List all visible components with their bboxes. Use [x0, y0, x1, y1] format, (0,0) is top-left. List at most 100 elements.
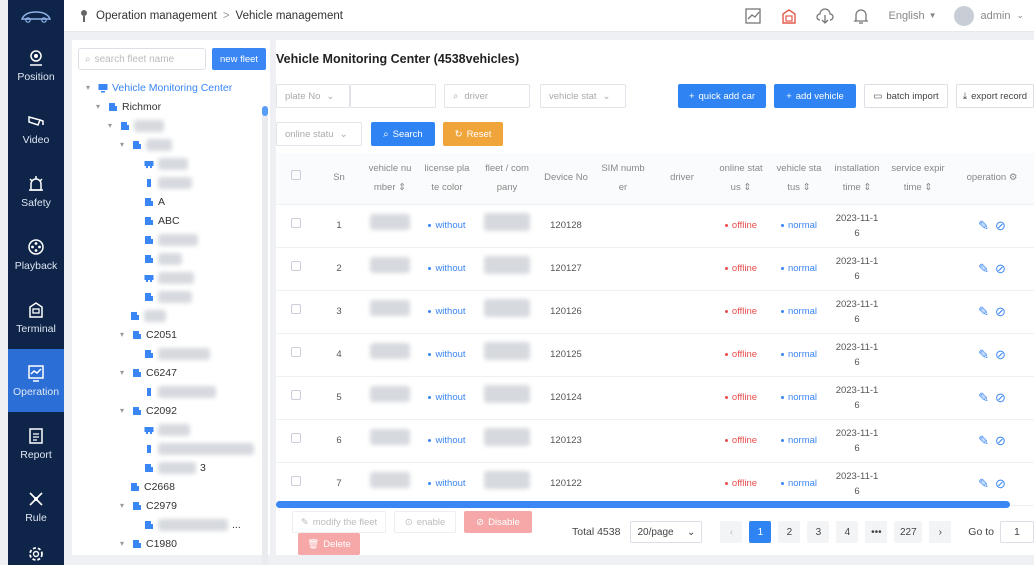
table-row[interactable]: 5 without 120124 offline normal 2023-11-1 6 ✎ ⊘ [276, 377, 1034, 420]
nav-report[interactable]: Report [8, 412, 64, 475]
nav-playback[interactable]: Playback [8, 223, 64, 286]
fleet-search-input[interactable]: ⌕ search fleet name [78, 48, 206, 70]
tree-node[interactable]: 3 [72, 458, 270, 477]
modify-fleet-button[interactable]: ✎ modify the fleet [292, 511, 386, 533]
online-status-select[interactable]: online statu ⌄ [276, 122, 362, 146]
disable-icon[interactable]: ⊘ [995, 261, 1006, 276]
nav-settings[interactable] [8, 538, 64, 565]
tree-node-c2092[interactable]: ▾ C2092 [72, 401, 270, 420]
tree-node[interactable] [72, 268, 270, 287]
row-checkbox[interactable] [291, 217, 301, 228]
cloud-download-icon[interactable] [816, 7, 835, 25]
edit-icon[interactable]: ✎ [978, 347, 989, 362]
nav-terminal[interactable]: Terminal [8, 286, 64, 349]
edit-icon[interactable]: ✎ [978, 390, 989, 405]
tree-node[interactable] [72, 154, 270, 173]
table-row[interactable]: 2 without 120127 offline normal 2023-11-1 6 ✎ ⊘ [276, 248, 1034, 291]
nav-operation[interactable]: Operation [8, 349, 64, 412]
vehicle-status-select[interactable]: vehicle stat ⌄ [540, 84, 626, 108]
batch-import-button[interactable]: ▭ batch import [864, 84, 948, 108]
header-installation-time[interactable]: installation time ⇕ [828, 160, 886, 196]
bell-icon[interactable] [852, 7, 870, 25]
new-fleet-button[interactable]: new fleet [212, 48, 267, 70]
tree-node-c2668[interactable]: C2668 [72, 477, 270, 496]
add-vehicle-button[interactable]: + add vehicle [774, 84, 856, 108]
row-checkbox[interactable] [291, 346, 301, 357]
plate-no-select[interactable]: plate No ⌄ [276, 84, 350, 108]
nav-position[interactable]: Position [8, 34, 64, 97]
driver-input[interactable]: ⌕ driver [444, 84, 530, 108]
disable-icon[interactable]: ⊘ [995, 390, 1006, 405]
goto-input[interactable]: 1 [999, 521, 1034, 543]
tree-node-c2051[interactable]: ▾ C2051 [72, 325, 270, 344]
enable-button[interactable]: ⊙ enable [394, 511, 456, 533]
tree-node[interactable] [72, 439, 270, 458]
tree-node[interactable] [72, 420, 270, 439]
alarm-icon[interactable] [780, 7, 798, 25]
disable-button[interactable]: ⊘ Disable [464, 511, 532, 533]
tree-node[interactable] [72, 287, 270, 306]
search-button[interactable]: ⌕ Search [371, 122, 435, 146]
page-3[interactable]: 3 [807, 521, 830, 543]
edit-icon[interactable]: ✎ [978, 433, 989, 448]
tree-node[interactable]: ... [72, 515, 270, 534]
row-checkbox[interactable] [291, 260, 301, 271]
breadcrumb-root[interactable]: Operation management [96, 10, 217, 22]
tree-node[interactable]: ▾ [72, 116, 270, 135]
tree-node[interactable] [72, 382, 270, 401]
disable-icon[interactable]: ⊘ [995, 347, 1006, 362]
tree-node[interactable] [72, 249, 270, 268]
gear-icon[interactable]: ⚙ [1009, 172, 1018, 183]
delete-button[interactable]: 🗑 Delete [298, 533, 360, 555]
table-row[interactable]: 7 without 120122 offline normal 2023-11-1 6 ✎ ⊘ [276, 463, 1034, 506]
edit-icon[interactable]: ✎ [978, 304, 989, 319]
more-pages[interactable]: ••• [865, 521, 888, 543]
tree-node-c1980[interactable]: ▾ C1980 [72, 534, 270, 553]
tree-scrollbar-thumb[interactable] [262, 106, 268, 116]
disable-icon[interactable]: ⊘ [995, 218, 1006, 233]
edit-icon[interactable]: ✎ [978, 218, 989, 233]
header-online-status[interactable]: online stat us ⇕ [712, 160, 770, 196]
disable-icon[interactable]: ⊘ [995, 433, 1006, 448]
disable-icon[interactable]: ⊘ [995, 476, 1006, 491]
header-vehicle-number[interactable]: vehicle nu mber ⇕ [362, 160, 418, 196]
tree-node-abc[interactable]: ABC [72, 211, 270, 230]
table-row[interactable]: 4 without 120125 offline normal 2023-11-1 6 ✎ ⊘ [276, 334, 1034, 377]
page-4[interactable]: 4 [836, 521, 859, 543]
tree-node[interactable]: ▾ [72, 135, 270, 154]
row-checkbox[interactable] [291, 303, 301, 314]
tree-node[interactable] [72, 306, 270, 325]
language-select[interactable]: English ▼ [888, 10, 936, 22]
tree-node-root[interactable]: ▾ Vehicle Monitoring Center [72, 78, 270, 97]
tree-node[interactable] [72, 344, 270, 363]
row-checkbox[interactable] [291, 389, 301, 400]
plate-no-input[interactable] [350, 84, 436, 108]
header-vehicle-status[interactable]: vehicle sta tus ⇕ [770, 160, 828, 196]
tree-node[interactable] [72, 230, 270, 249]
tree-scrollbar[interactable] [262, 106, 268, 565]
page-size-select[interactable]: 20/page ⌄ [630, 521, 703, 543]
quick-add-car-button[interactable]: + quick add car [678, 84, 766, 108]
user-menu[interactable]: admin ⌄ [954, 5, 1024, 26]
tree-node-a[interactable]: A [72, 192, 270, 211]
nav-video[interactable]: Video [8, 97, 64, 160]
tree-node[interactable] [72, 173, 270, 192]
page-last[interactable]: 227 [894, 521, 923, 543]
header-service-expire[interactable]: service expir time ⇕ [886, 160, 950, 196]
table-row[interactable]: 1 without 120128 offline normal 2023-11-1 6 ✎ ⊘ [276, 205, 1034, 248]
chart-icon[interactable] [744, 7, 762, 25]
tree-node-c6247[interactable]: ▾ C6247 [72, 363, 270, 382]
prev-page-button[interactable]: ‹ [720, 521, 743, 543]
page-1[interactable]: 1 [749, 521, 772, 543]
table-row[interactable]: 3 without 120126 offline normal 2023-11-1 6 ✎ ⊘ [276, 291, 1034, 334]
nav-safety[interactable]: Safety [8, 160, 64, 223]
table-horizontal-scrollbar[interactable] [276, 501, 1010, 508]
tree-node-c2979[interactable]: ▾ C2979 [72, 496, 270, 515]
edit-icon[interactable]: ✎ [978, 261, 989, 276]
nav-rule[interactable]: Rule [8, 475, 64, 538]
row-checkbox[interactable] [291, 475, 301, 486]
reset-button[interactable]: ↻ Reset [443, 122, 503, 146]
next-page-button[interactable]: › [929, 521, 952, 543]
page-2[interactable]: 2 [778, 521, 801, 543]
tree-node-richmor[interactable]: ▾ Richmor [72, 97, 270, 116]
